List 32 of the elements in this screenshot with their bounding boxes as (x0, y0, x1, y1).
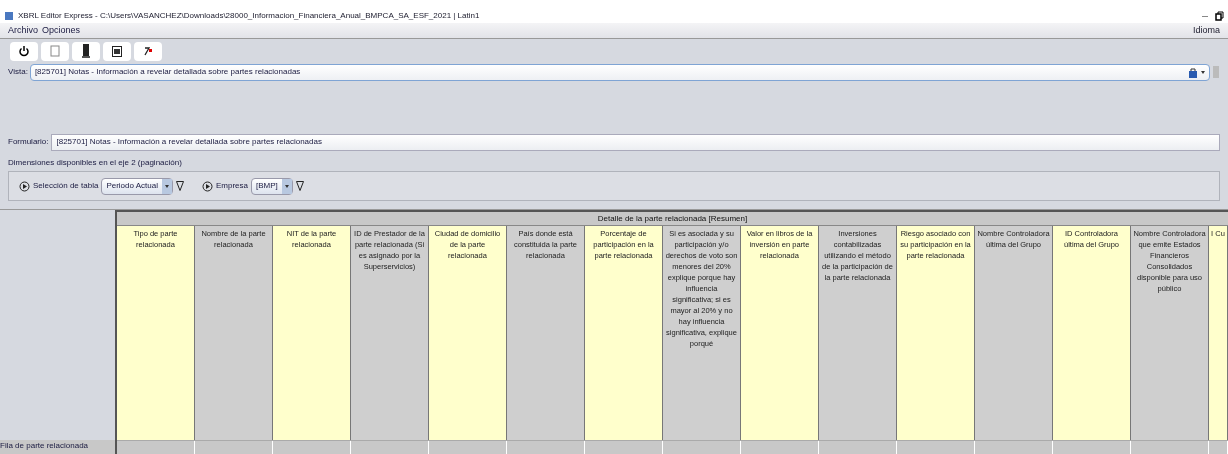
filter-icon[interactable] (176, 181, 184, 191)
row-header[interactable]: Fila de parte relacionada (0, 440, 115, 454)
field-label: Vista: (8, 66, 28, 78)
grid-icon (112, 45, 122, 57)
window-title: XBRL Editor Express - C:\Users\VASANCHEZ\Downloads\28000_Informacion_Financiera_Anual_BMPCA_SA_ESF_2021 | Latin1 (18, 9, 480, 22)
play-icon[interactable] (19, 180, 30, 192)
caret-icon[interactable] (1201, 70, 1205, 74)
power-button[interactable] (10, 41, 38, 61)
selector-dropdown[interactable]: Periodo Actual (101, 177, 173, 195)
lock-icon[interactable] (1189, 66, 1197, 78)
caret-icon[interactable] (281, 178, 292, 194)
section-label: Dimensiones disponibles en el eje 2 (paginación) (7, 157, 183, 169)
selector-label: Selección de tabla (33, 180, 99, 192)
menu-item[interactable]: Archivo (8, 23, 38, 38)
power-icon (18, 45, 30, 57)
form-field[interactable]: [825701] Notas - Información a revelar detallada sobre partes relacionadas (51, 133, 1220, 151)
app-icon (4, 10, 14, 21)
device-button[interactable] (72, 41, 100, 61)
document-icon (50, 45, 60, 57)
play-icon[interactable] (202, 180, 213, 192)
selector-dropdown[interactable]: [BMP] (251, 177, 293, 195)
export-button[interactable] (134, 41, 162, 61)
restore-icon[interactable] (1214, 10, 1224, 21)
caret-icon[interactable] (162, 178, 172, 194)
filter-icon[interactable] (295, 181, 304, 191)
device-icon (82, 44, 90, 58)
grid-button[interactable] (103, 41, 131, 61)
field-label: Formulario: (8, 136, 49, 148)
menu-item[interactable]: Idioma (1193, 23, 1220, 38)
view-dropdown[interactable]: [825701] Notas - Información a revelar detallada sobre partes relacionadas (29, 63, 1210, 81)
selector-label: Empresa (216, 180, 248, 192)
menu-item[interactable]: Opciones (42, 23, 81, 38)
